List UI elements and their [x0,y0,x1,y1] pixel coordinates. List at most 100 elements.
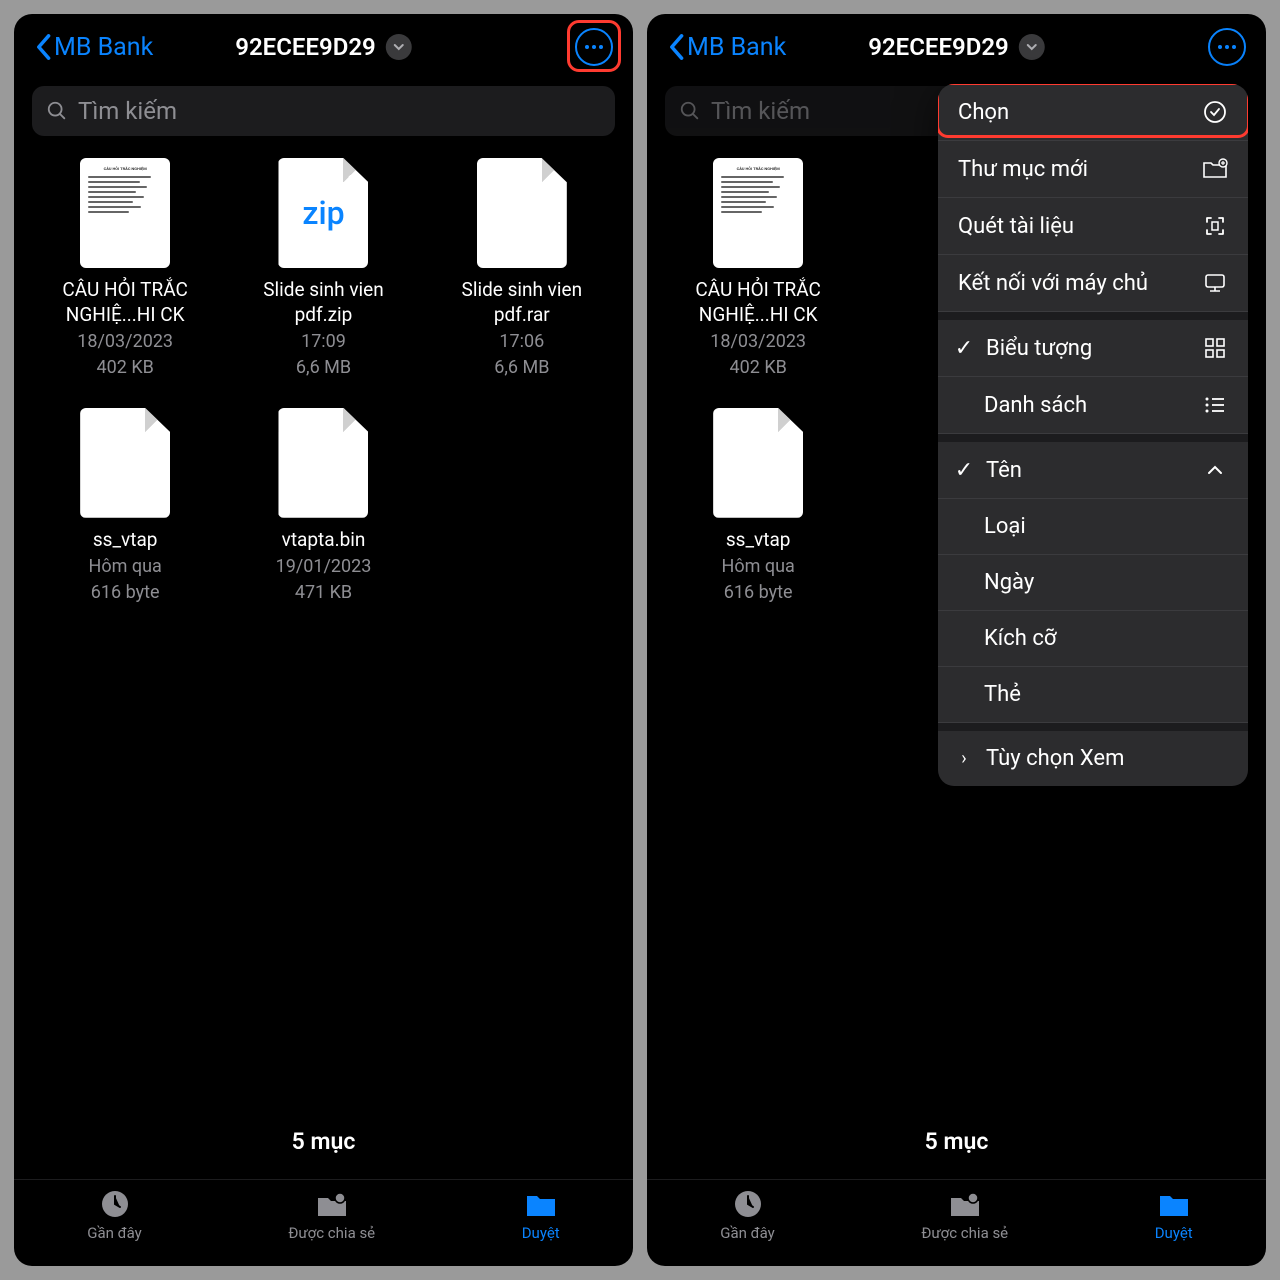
folder-shared-icon [947,1188,983,1220]
tab-shared[interactable]: Được chia sẻ [921,1188,1008,1242]
back-button[interactable]: MB Bank [667,33,786,62]
file-thumbnail [278,408,368,518]
menu-view-options[interactable]: › Tùy chọn Xem [938,731,1248,786]
phone-left: MB Bank 92ECEE9D29 Tìm kiếm CÂU HỎI TRẮC… [14,14,633,1266]
tab-label: Gần đây [87,1224,142,1242]
grid-icon [1202,335,1228,361]
folder-shared-icon [314,1188,350,1220]
check-circle-icon [1202,99,1228,125]
item-count: 5 mục [14,1128,633,1155]
file-date: 18/03/2023 [710,329,806,354]
file-item[interactable]: ss_vtap Hôm qua 616 byte [665,408,851,605]
menu-new-folder[interactable]: Thư mục mới [938,141,1248,198]
tabbar: Gần đây Được chia sẻ Duyệt [647,1179,1266,1256]
more-button[interactable] [575,28,613,66]
menu-sort-date[interactable]: Ngày [938,555,1248,611]
file-date: 17:09 [301,329,346,354]
chevron-down-icon [386,34,412,60]
file-name: vtapta.bin [282,528,366,553]
file-size: 402 KB [97,355,154,380]
folder-icon [523,1188,559,1220]
tab-label: Gần đây [720,1224,775,1242]
file-size: 6,6 MB [494,355,549,380]
file-thumbnail: zip [278,158,368,268]
menu-connect-server[interactable]: Kết nối với máy chủ [938,255,1248,312]
file-item[interactable]: Slide sinh vien pdf.rar 17:06 6,6 MB [429,158,615,380]
search-placeholder: Tìm kiếm [78,97,177,125]
tab-browse[interactable]: Duyệt [1155,1188,1193,1242]
tab-recent[interactable]: Gần đây [87,1188,142,1242]
chevron-right-icon: › [954,748,974,769]
server-icon [1202,270,1228,296]
folder-icon [1156,1188,1192,1220]
menu-sort-type[interactable]: Loại [938,499,1248,555]
file-date: Hôm qua [722,554,795,579]
footer: 5 mục Gần đây Được chia sẻ Duyệt [647,1128,1266,1266]
tab-label: Được chia sẻ [288,1224,375,1242]
file-name: ss_vtap [93,528,158,553]
clock-icon [730,1188,766,1220]
tab-label: Duyệt [522,1224,560,1242]
title-wrap[interactable]: 92ECEE9D29 [868,33,1044,61]
folder-plus-icon [1202,156,1228,182]
chevron-down-icon [1019,34,1045,60]
menu-view-icons[interactable]: ✓ Biểu tượng [938,320,1248,377]
file-name: CÂU HỎI TRẮC NGHIỆ...HI CK [676,278,841,327]
scan-icon [1202,213,1228,239]
file-thumbnail [80,408,170,518]
file-date: Hôm qua [89,554,162,579]
back-label: MB Bank [687,33,786,62]
menu-scan[interactable]: Quét tài liệu [938,198,1248,255]
search-icon [679,100,701,122]
tab-browse[interactable]: Duyệt [522,1188,560,1242]
title-wrap[interactable]: 92ECEE9D29 [235,33,411,61]
clock-icon [97,1188,133,1220]
file-thumbnail: CÂU HỎI TRẮC NGHIỆM [713,158,803,268]
file-thumbnail [477,158,567,268]
file-size: 6,6 MB [296,355,351,380]
more-button[interactable] [1208,28,1246,66]
page-title: 92ECEE9D29 [235,33,375,61]
search-icon [46,100,68,122]
menu-sort-tags[interactable]: Thẻ [938,667,1248,723]
file-item[interactable]: CÂU HỎI TRẮC NGHIỆM CÂU HỎI TRẮC NGHIỆ..… [32,158,218,380]
tab-recent[interactable]: Gần đây [720,1188,775,1242]
footer: 5 mục Gần đây Được chia sẻ Duyệt [14,1128,633,1266]
file-date: 19/01/2023 [276,554,372,579]
tab-label: Được chia sẻ [921,1224,1008,1242]
file-name: CÂU HỎI TRẮC NGHIỆ...HI CK [43,278,208,327]
chevron-up-icon [1202,457,1228,483]
file-grid: CÂU HỎI TRẮC NGHIỆM CÂU HỎI TRẮC NGHIỆ..… [14,154,633,609]
file-size: 471 KB [295,580,352,605]
file-item[interactable]: ss_vtap Hôm qua 616 byte [32,408,218,605]
file-item[interactable]: zip Slide sinh vien pdf.zip 17:09 6,6 MB [230,158,416,380]
file-thumbnail: CÂU HỎI TRẮC NGHIỆM [80,158,170,268]
file-date: 17:06 [499,329,544,354]
file-date: 18/03/2023 [77,329,173,354]
menu-sort-size[interactable]: Kích cỡ [938,611,1248,667]
menu-view-list[interactable]: Danh sách [938,377,1248,434]
list-icon [1202,392,1228,418]
search-input[interactable]: Tìm kiếm [32,86,615,136]
checkmark-icon: ✓ [954,336,974,361]
back-label: MB Bank [54,33,153,62]
tabbar: Gần đây Được chia sẻ Duyệt [14,1179,633,1256]
file-size: 616 byte [91,580,160,605]
phone-right: MB Bank 92ECEE9D29 Tìm kiếm CÂU HỎI TRẮC… [647,14,1266,1266]
file-item[interactable]: vtapta.bin 19/01/2023 471 KB [230,408,416,605]
file-name: Slide sinh vien pdf.rar [439,278,604,327]
chevron-left-icon [34,33,52,61]
page-title: 92ECEE9D29 [868,33,1008,61]
context-menu: Chọn Thư mục mới Quét tài liệu Kết nối v… [938,84,1248,786]
checkmark-icon: ✓ [954,458,974,483]
search-placeholder: Tìm kiếm [711,97,810,125]
menu-select[interactable]: Chọn [938,84,1248,141]
file-name: ss_vtap [726,528,791,553]
header: MB Bank 92ECEE9D29 [14,14,633,78]
item-count: 5 mục [647,1128,1266,1155]
file-item[interactable]: CÂU HỎI TRẮC NGHIỆM CÂU HỎI TRẮC NGHIỆ..… [665,158,851,380]
header: MB Bank 92ECEE9D29 [647,14,1266,78]
tab-shared[interactable]: Được chia sẻ [288,1188,375,1242]
menu-sort-name[interactable]: ✓ Tên [938,442,1248,499]
back-button[interactable]: MB Bank [34,33,153,62]
